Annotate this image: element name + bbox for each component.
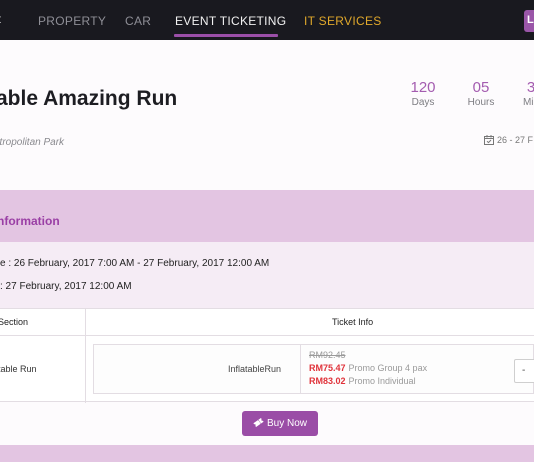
ticket-icon [253,417,264,428]
nav-item-it-services[interactable]: IT SERVICES [304,14,382,28]
countdown-days-value: 120 [410,79,436,96]
countdown-days-label: Days [411,97,435,108]
ticket-original-price: RM92.45 [309,350,346,360]
ticket-name: InflatableRun [228,364,282,374]
event-title: able Amazing Run [0,87,178,110]
buy-now-label: Buy Now [266,418,307,429]
active-tab-indicator [174,34,278,37]
ticket-box-divider [300,345,301,393]
ticket-individual-price: RM83.02 Promo Individual [309,376,416,386]
information-header: nformation [0,190,534,242]
nav-login-button[interactable]: L [524,10,534,32]
footer-band [0,445,534,462]
event-date-range-text: 26 - 27 F [497,135,534,145]
countdown-minutes-label: Min [522,97,534,108]
ticket-quantity-select[interactable]: - [514,359,534,383]
section-name: table Run [0,364,37,374]
calendar-icon [484,135,494,145]
countdown-minutes-value: 3 [526,79,534,96]
table-header-section: Section [0,317,29,327]
group-price-value: RM75.47 [309,363,346,373]
ticket-table: Section Ticket Info table Run Inflatable… [0,308,534,403]
countdown-hours: 05 Hours [466,80,496,109]
buy-row: Buy Now [0,403,534,445]
table-column-divider [85,309,86,403]
original-price-value: RM92.45 [309,350,346,360]
event-date-range: 26 - 27 F [484,135,533,145]
event-header: able Amazing Run etropolitan Park 120 Da… [0,40,534,190]
top-navbar: ‹ PROPERTY CAR EVENT TICKETING IT SERVIC… [0,0,534,40]
information-body: e : 26 February, 2017 7:00 AM - 27 Febru… [0,242,534,308]
nav-item-event-ticketing[interactable]: EVENT TICKETING [175,14,286,28]
ticket-group-price: RM75.47 Promo Group 4 pax [309,363,427,373]
chevron-left-icon[interactable]: ‹ [0,9,2,29]
event-datetime-line: e : 26 February, 2017 7:00 AM - 27 Febru… [0,258,270,269]
individual-price-label: Promo Individual [348,376,416,386]
ticket-row: InflatableRun RM92.45 RM75.47 Promo Group… [93,344,534,394]
nav-item-property[interactable]: PROPERTY [38,14,106,28]
sale-end-line: : 27 February, 2017 12:00 AM [0,281,132,292]
countdown-hours-value: 05 [472,79,490,96]
table-header-row: Section Ticket Info [0,309,534,336]
buy-now-button[interactable]: Buy Now [242,411,318,436]
information-heading: nformation [0,214,60,228]
countdown-minutes: 3 Min [520,80,534,109]
event-venue: etropolitan Park [0,137,65,148]
countdown-hours-label: Hours [467,97,495,108]
nav-item-car[interactable]: CAR [125,14,151,28]
individual-price-value: RM83.02 [309,376,346,386]
table-header-ticket-info: Ticket Info [332,317,374,327]
group-price-label: Promo Group 4 pax [348,363,428,373]
countdown-days: 120 Days [410,80,436,109]
